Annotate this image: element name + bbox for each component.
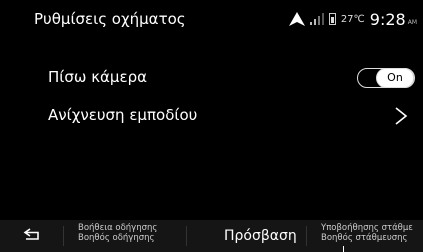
rear-camera-toggle[interactable]: On <box>357 68 415 88</box>
navigation-arrow-icon <box>288 12 305 26</box>
divider <box>186 226 187 246</box>
obstacle-detection-label: Ανίχνευση εμποδίου <box>48 106 198 124</box>
chevron-right-icon[interactable] <box>393 107 409 125</box>
driving-assist-line1: Βοήθεια οδήγησης <box>78 223 158 233</box>
divider <box>306 226 307 246</box>
clock: 9:28 <box>369 9 406 29</box>
obstacle-detection-row[interactable]: Ανίχνευση εμποδίου <box>0 101 423 131</box>
driving-assist-shortcut[interactable]: Βοήθεια οδήγησης Βοηθός οδήγησης <box>78 223 168 243</box>
status-area: 27℃ 9:28 AM <box>288 8 417 30</box>
phone-battery-icon <box>328 13 336 25</box>
back-arrow-icon <box>23 228 39 240</box>
toggle-on-knob: On <box>376 68 414 88</box>
divider <box>63 226 64 246</box>
temperature-readout: 27℃ <box>340 13 365 25</box>
access-button[interactable]: Πρόσβαση <box>224 228 297 244</box>
parking-assist-line1: Υποβοήθησης στάθμε <box>321 223 413 233</box>
driving-assist-line2: Βοηθός οδήγησης <box>78 233 155 243</box>
parking-assist-line2: Βοηθός στάθμευσης <box>321 233 408 243</box>
scroll-indicator <box>343 246 344 252</box>
rear-camera-row[interactable]: Πίσω κάμερα On <box>0 63 423 93</box>
clock-ampm: AM <box>407 18 417 26</box>
signal-bars-icon <box>309 13 324 25</box>
rear-camera-label: Πίσω κάμερα <box>48 68 147 86</box>
header-bar: Ρυθμίσεις οχήματος 27℃ 9:28 AM <box>0 0 423 40</box>
bottom-bar: Βοήθεια οδήγησης Βοηθός οδήγησης Πρόσβασ… <box>0 220 423 252</box>
page-title: Ρυθμίσεις οχήματος <box>34 10 186 28</box>
parking-assist-shortcut[interactable]: Υποβοήθησης στάθμε Βοηθός στάθμευσης <box>321 223 423 243</box>
back-button[interactable] <box>22 226 52 246</box>
